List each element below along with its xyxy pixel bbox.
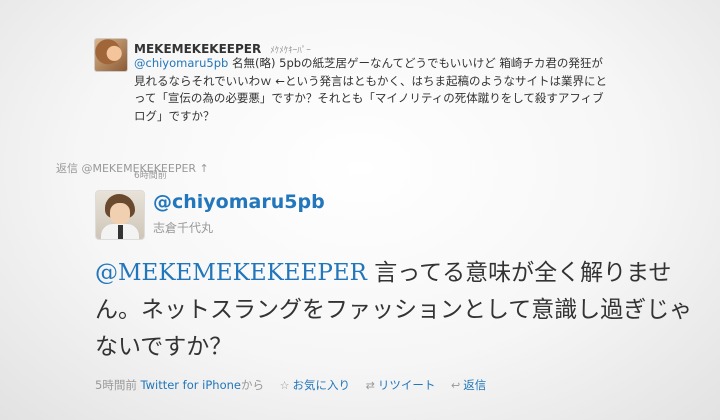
tweet-source-link[interactable]: Twitter for iPhone [140,378,241,392]
original-author-avatar[interactable] [94,38,128,72]
tweet-text: @MEKEMEKEKEEPER 言ってる意味が全く解りません。ネットスラングをフ… [95,255,695,366]
retweet-icon: ⇄ [365,379,375,392]
favorite-button[interactable]: ☆ お気に入り [280,378,350,392]
original-screen-name[interactable]: MEKEMEKEKEEPER [134,42,261,56]
original-tweet-text: @chiyomaru5pb 名無(略) 5pbの紙芝居ゲーなんてどうでもいいけど… [134,55,608,125]
tweet-mention-link[interactable]: @MEKEMEKEKEEPER [95,260,367,286]
reply-icon: ↩ [451,379,461,392]
retweet-label: リツイート [377,378,436,392]
tweet-meta: 5時間前 Twitter for iPhoneから ☆ お気に入り ⇄ リツイート … [95,377,695,393]
author-full-name: 志倉千代丸 [153,221,214,235]
favorite-label: お気に入り [292,378,351,392]
reply-label: 返信 [463,378,487,392]
retweet-button[interactable]: ⇄ リツイート [366,378,436,392]
author-avatar[interactable] [95,190,145,240]
tweet-timestamp[interactable]: 5時間前 [95,378,137,392]
reply-button[interactable]: ↩ 返信 [451,378,486,392]
original-mention-link[interactable]: @chiyomaru5pb [134,56,228,70]
tweet-permalink-card: MEKEMEKEKEEPER ﾒｹﾒｹｷｰﾊﾟｰ @chiyomaru5pb 名… [0,0,720,420]
in-reply-to-bar[interactable]: 返信 @MEKEMEKEKEEPER ↑ [56,160,676,176]
author-screen-name[interactable]: @chiyomaru5pb [153,191,325,213]
tweet-source-suffix: から [240,378,264,392]
star-icon: ☆ [279,379,290,392]
